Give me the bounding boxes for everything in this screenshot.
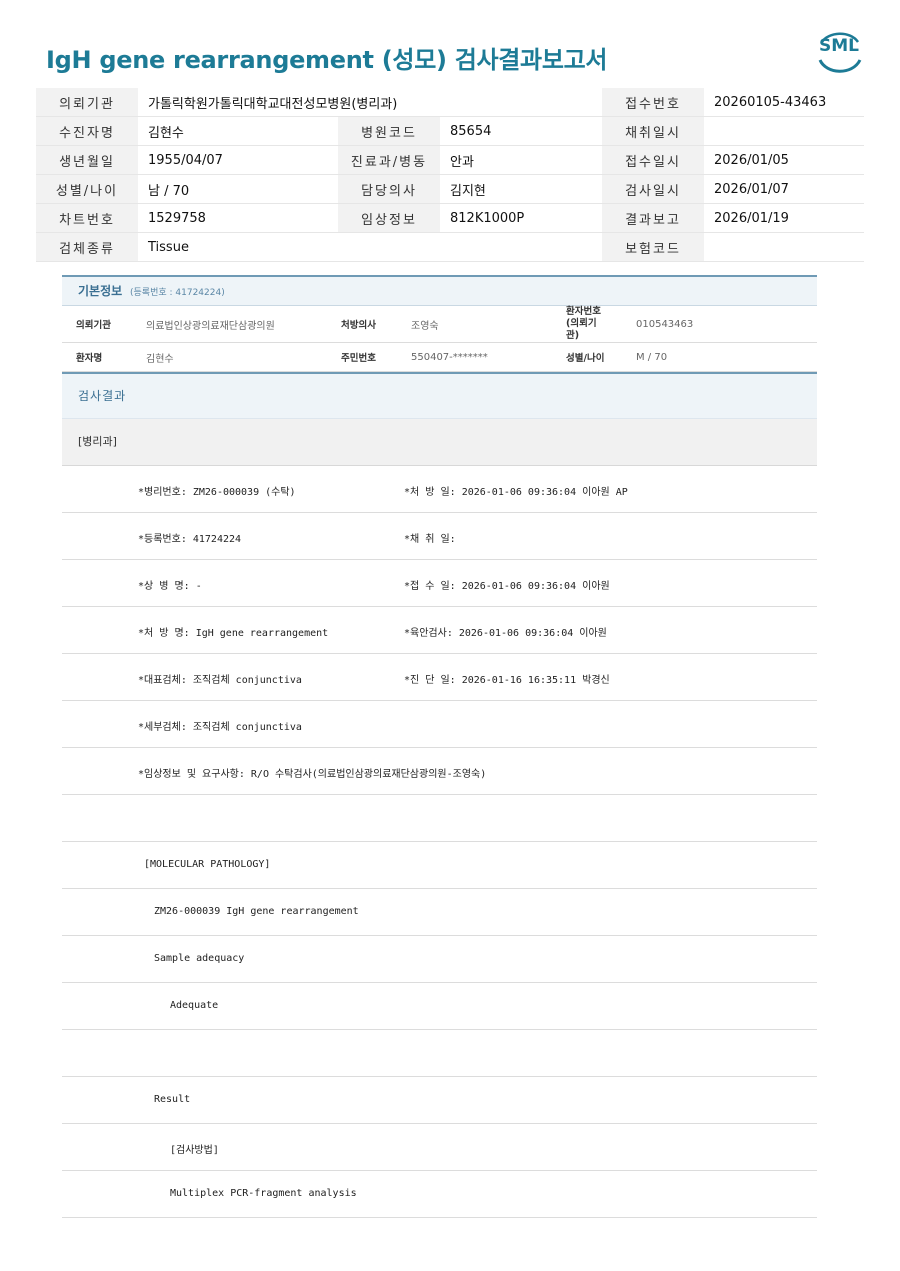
result-text-right: *육안검사: 2026-01-06 09:36:04 이아원 [404,628,607,639]
result-line: Multiplex PCR-fragment analysis [62,1171,817,1218]
info-value [704,116,864,146]
logo-text: SML [819,36,859,56]
info-label: 수진자명 [36,116,138,146]
info-value: 김지현 [440,174,602,204]
info-value: Tissue [138,232,602,262]
info-value: 20260105-43463 [704,88,864,117]
basic-info-label: 처방의사 [327,306,397,343]
basic-info-value: 조영숙 [397,306,552,343]
basic-info-value: 010543463 [622,306,817,343]
basic-info-row: 의뢰기관 의료법인상광의료재단삼광의원 처방의사 조영숙 환자번호 (의뢰기관) 01054… [62,306,817,343]
info-label: 담당의사 [338,174,440,204]
info-value: 2026/01/19 [704,203,864,233]
info-label: 차트번호 [36,203,138,233]
result-text-right: *처 방 일: 2026-01-06 09:36:04 이아원 AP [404,487,628,498]
result-text: *처 방 명: IgH gene rearrangement [138,628,329,639]
result-text: *상 병 명: - [138,581,202,592]
result-list: *병리번호: ZM26-000039 (수탁) *처 방 일: 2026-01-0… [62,466,817,1218]
info-label: 검사일시 [602,174,704,204]
result-text: Multiplex PCR-fragment analysis [170,1188,357,1199]
result-text-right: *진 단 일: 2026-01-16 16:35:11 박경신 [404,675,610,686]
result-section-header: 검사결과 [62,374,817,419]
basic-info-value: 의료법인상광의료재단삼광의원 [132,306,327,343]
result-line: ZM26-000039 IgH gene rearrangement [62,889,817,936]
basic-info-value: 김현수 [132,342,327,372]
patient-info-table: 의뢰기관 가톨릭학원가톨릭대학교대전성모병원(병리과) 접수번호 20260105-4… [36,88,864,262]
result-line: *등록번호: 41724224 *채 취 일: [62,513,817,560]
result-text: Result [154,1094,191,1105]
basic-info-label: 의뢰기관 [62,306,132,343]
patient-info-row: 검체종류 Tissue 보험코드 [36,232,864,262]
basic-info-label: 환자명 [62,342,132,372]
basic-info-row: 환자명 김현수 주민번호 550407-******* 성별/나이 M / 70 [62,342,817,372]
result-line [62,795,817,842]
basic-info-label: 성별/나이 [552,342,622,372]
info-label: 접수번호 [602,88,704,117]
report-title: IgH gene rearrangement (성모) 검사결과보고서 [46,46,608,74]
patient-info-row: 차트번호 1529758 임상정보 812K1000P 결과보고 2026/01/19 [36,203,864,233]
info-value [704,232,864,262]
info-label: 검체종류 [36,232,138,262]
result-text: *임상정보 및 요구사항: R/O 수탁검사(의료법인삼광의료재단삼광의원-조영… [138,769,487,780]
patient-info-row: 의뢰기관 가톨릭학원가톨릭대학교대전성모병원(병리과) 접수번호 20260105-4… [36,88,864,117]
info-value: 2026/01/07 [704,174,864,204]
basic-info-label: 환자번호 (의뢰기관) [552,306,622,343]
sml-logo: SML [812,30,866,76]
info-label: 임상정보 [338,203,440,233]
patient-info-row: 생년월일 1955/04/07 진료과/병동 안과 접수일시 2026/01/05 [36,145,864,175]
patient-info-row: 성별/나이 남 / 70 담당의사 김지현 검사일시 2026/01/07 [36,174,864,204]
info-value: 남 / 70 [138,174,338,204]
info-label: 의뢰기관 [36,88,138,117]
info-label: 접수일시 [602,145,704,175]
info-value: 85654 [440,116,602,146]
basic-info-label: 주민번호 [327,342,397,372]
result-text-right: *접 수 일: 2026-01-06 09:36:04 이아원 [404,581,610,592]
result-text: *등록번호: 41724224 [138,534,242,545]
result-line: [MOLECULAR PATHOLOGY] [62,842,817,889]
result-line: *세부검체: 조직검체 conjunctiva [62,701,817,748]
info-value: 1529758 [138,203,338,233]
result-line: *대표검체: 조직검체 conjunctiva *진 단 일: 2026-01-1… [62,654,817,701]
info-label: 채취일시 [602,116,704,146]
info-value: 가톨릭학원가톨릭대학교대전성모병원(병리과) [138,88,602,117]
patient-info-row: 수진자명 김현수 병원코드 85654 채취일시 [36,116,864,146]
result-line: [검사방법] [62,1124,817,1171]
basic-info-title: 기본정보 [78,284,123,298]
result-line: *병리번호: ZM26-000039 (수탁) *처 방 일: 2026-01-0… [62,466,817,513]
basic-info-header: 기본정보 (등록번호 : 41724224) [62,275,817,306]
basic-info-value: 550407-******* [397,342,552,372]
result-text: ZM26-000039 IgH gene rearrangement [154,906,359,917]
info-label: 보험코드 [602,232,704,262]
basic-info-table: 의뢰기관 의료법인상광의료재단삼광의원 처방의사 조영숙 환자번호 (의뢰기관) 01054… [62,306,817,372]
basic-info-registration: (등록번호 : 41724224) [130,288,225,298]
department-header: [병리과] [62,419,817,466]
info-value: 김현수 [138,116,338,146]
info-label: 병원코드 [338,116,440,146]
info-label: 진료과/병동 [338,145,440,175]
info-label: 성별/나이 [36,174,138,204]
info-label: 생년월일 [36,145,138,175]
result-line: Adequate [62,983,817,1030]
result-text: Sample adequacy [154,953,245,964]
result-line: Sample adequacy [62,936,817,983]
result-text: [검사방법] [170,1145,219,1156]
info-value: 812K1000P [440,203,602,233]
report-panel: 기본정보 (등록번호 : 41724224) 의뢰기관 의료법인상광의료재단삼광의… [62,275,817,1218]
info-value: 1955/04/07 [138,145,338,175]
result-line: Result [62,1077,817,1124]
basic-info-value: M / 70 [622,342,817,372]
info-value: 안과 [440,145,602,175]
info-value: 2026/01/05 [704,145,864,175]
result-line: *임상정보 및 요구사항: R/O 수탁검사(의료법인삼광의료재단삼광의원-조영… [62,748,817,795]
result-text: *대표검체: 조직검체 conjunctiva [138,675,302,686]
result-text: [MOLECULAR PATHOLOGY] [144,859,271,870]
result-text: *병리번호: ZM26-000039 (수탁) [138,487,296,498]
result-line: *상 병 명: - *접 수 일: 2026-01-06 09:36:04 이아원 [62,560,817,607]
result-text-right: *채 취 일: [404,534,456,545]
info-label: 결과보고 [602,203,704,233]
result-line [62,1030,817,1077]
result-text: Adequate [170,1000,219,1011]
result-text: *세부검체: 조직검체 conjunctiva [138,722,302,733]
result-line: *처 방 명: IgH gene rearrangement *육안검사: 202… [62,607,817,654]
